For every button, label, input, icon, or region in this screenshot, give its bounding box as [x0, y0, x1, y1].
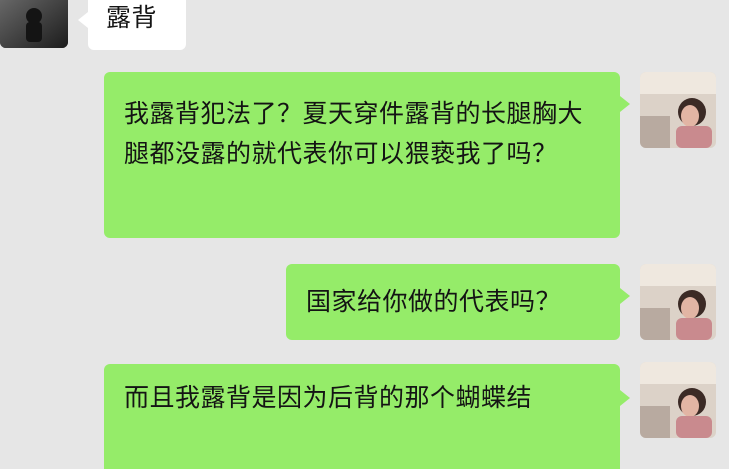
user-avatar-icon	[640, 264, 716, 340]
user-avatar[interactable]	[640, 362, 716, 438]
incoming-message-text: 露背	[106, 3, 158, 32]
outgoing-bubble-tail	[620, 288, 630, 304]
outgoing-message-text: 我露背犯法了？夏天穿件露背的长腿胸大腿都没露的就代表你可以猥亵我了吗？	[124, 99, 584, 168]
contact-avatar[interactable]	[0, 0, 68, 48]
user-avatar-icon	[640, 362, 716, 438]
outgoing-message-text: 国家给你做的代表吗？	[306, 287, 562, 316]
contact-avatar-icon	[0, 0, 68, 48]
user-avatar-icon	[640, 72, 716, 148]
user-avatar[interactable]	[640, 264, 716, 340]
outgoing-message-text: 而且我露背是因为后背的那个蝴蝶结	[124, 383, 533, 412]
outgoing-message-bubble[interactable]: 我露背犯法了？夏天穿件露背的长腿胸大腿都没露的就代表你可以猥亵我了吗？	[104, 72, 620, 238]
incoming-bubble-tail	[78, 12, 88, 28]
outgoing-bubble-tail	[620, 96, 630, 112]
outgoing-message-bubble[interactable]: 国家给你做的代表吗？	[286, 264, 620, 340]
outgoing-message-bubble[interactable]: 而且我露背是因为后背的那个蝴蝶结	[104, 364, 620, 469]
chat-area: 露背 我露背犯法了？夏天穿件露背的长腿胸大腿都没露的就代表你可以猥亵我了吗？ 国…	[0, 0, 729, 469]
outgoing-bubble-tail	[620, 390, 630, 406]
user-avatar[interactable]	[640, 72, 716, 148]
incoming-message-bubble[interactable]: 露背	[88, 0, 186, 50]
